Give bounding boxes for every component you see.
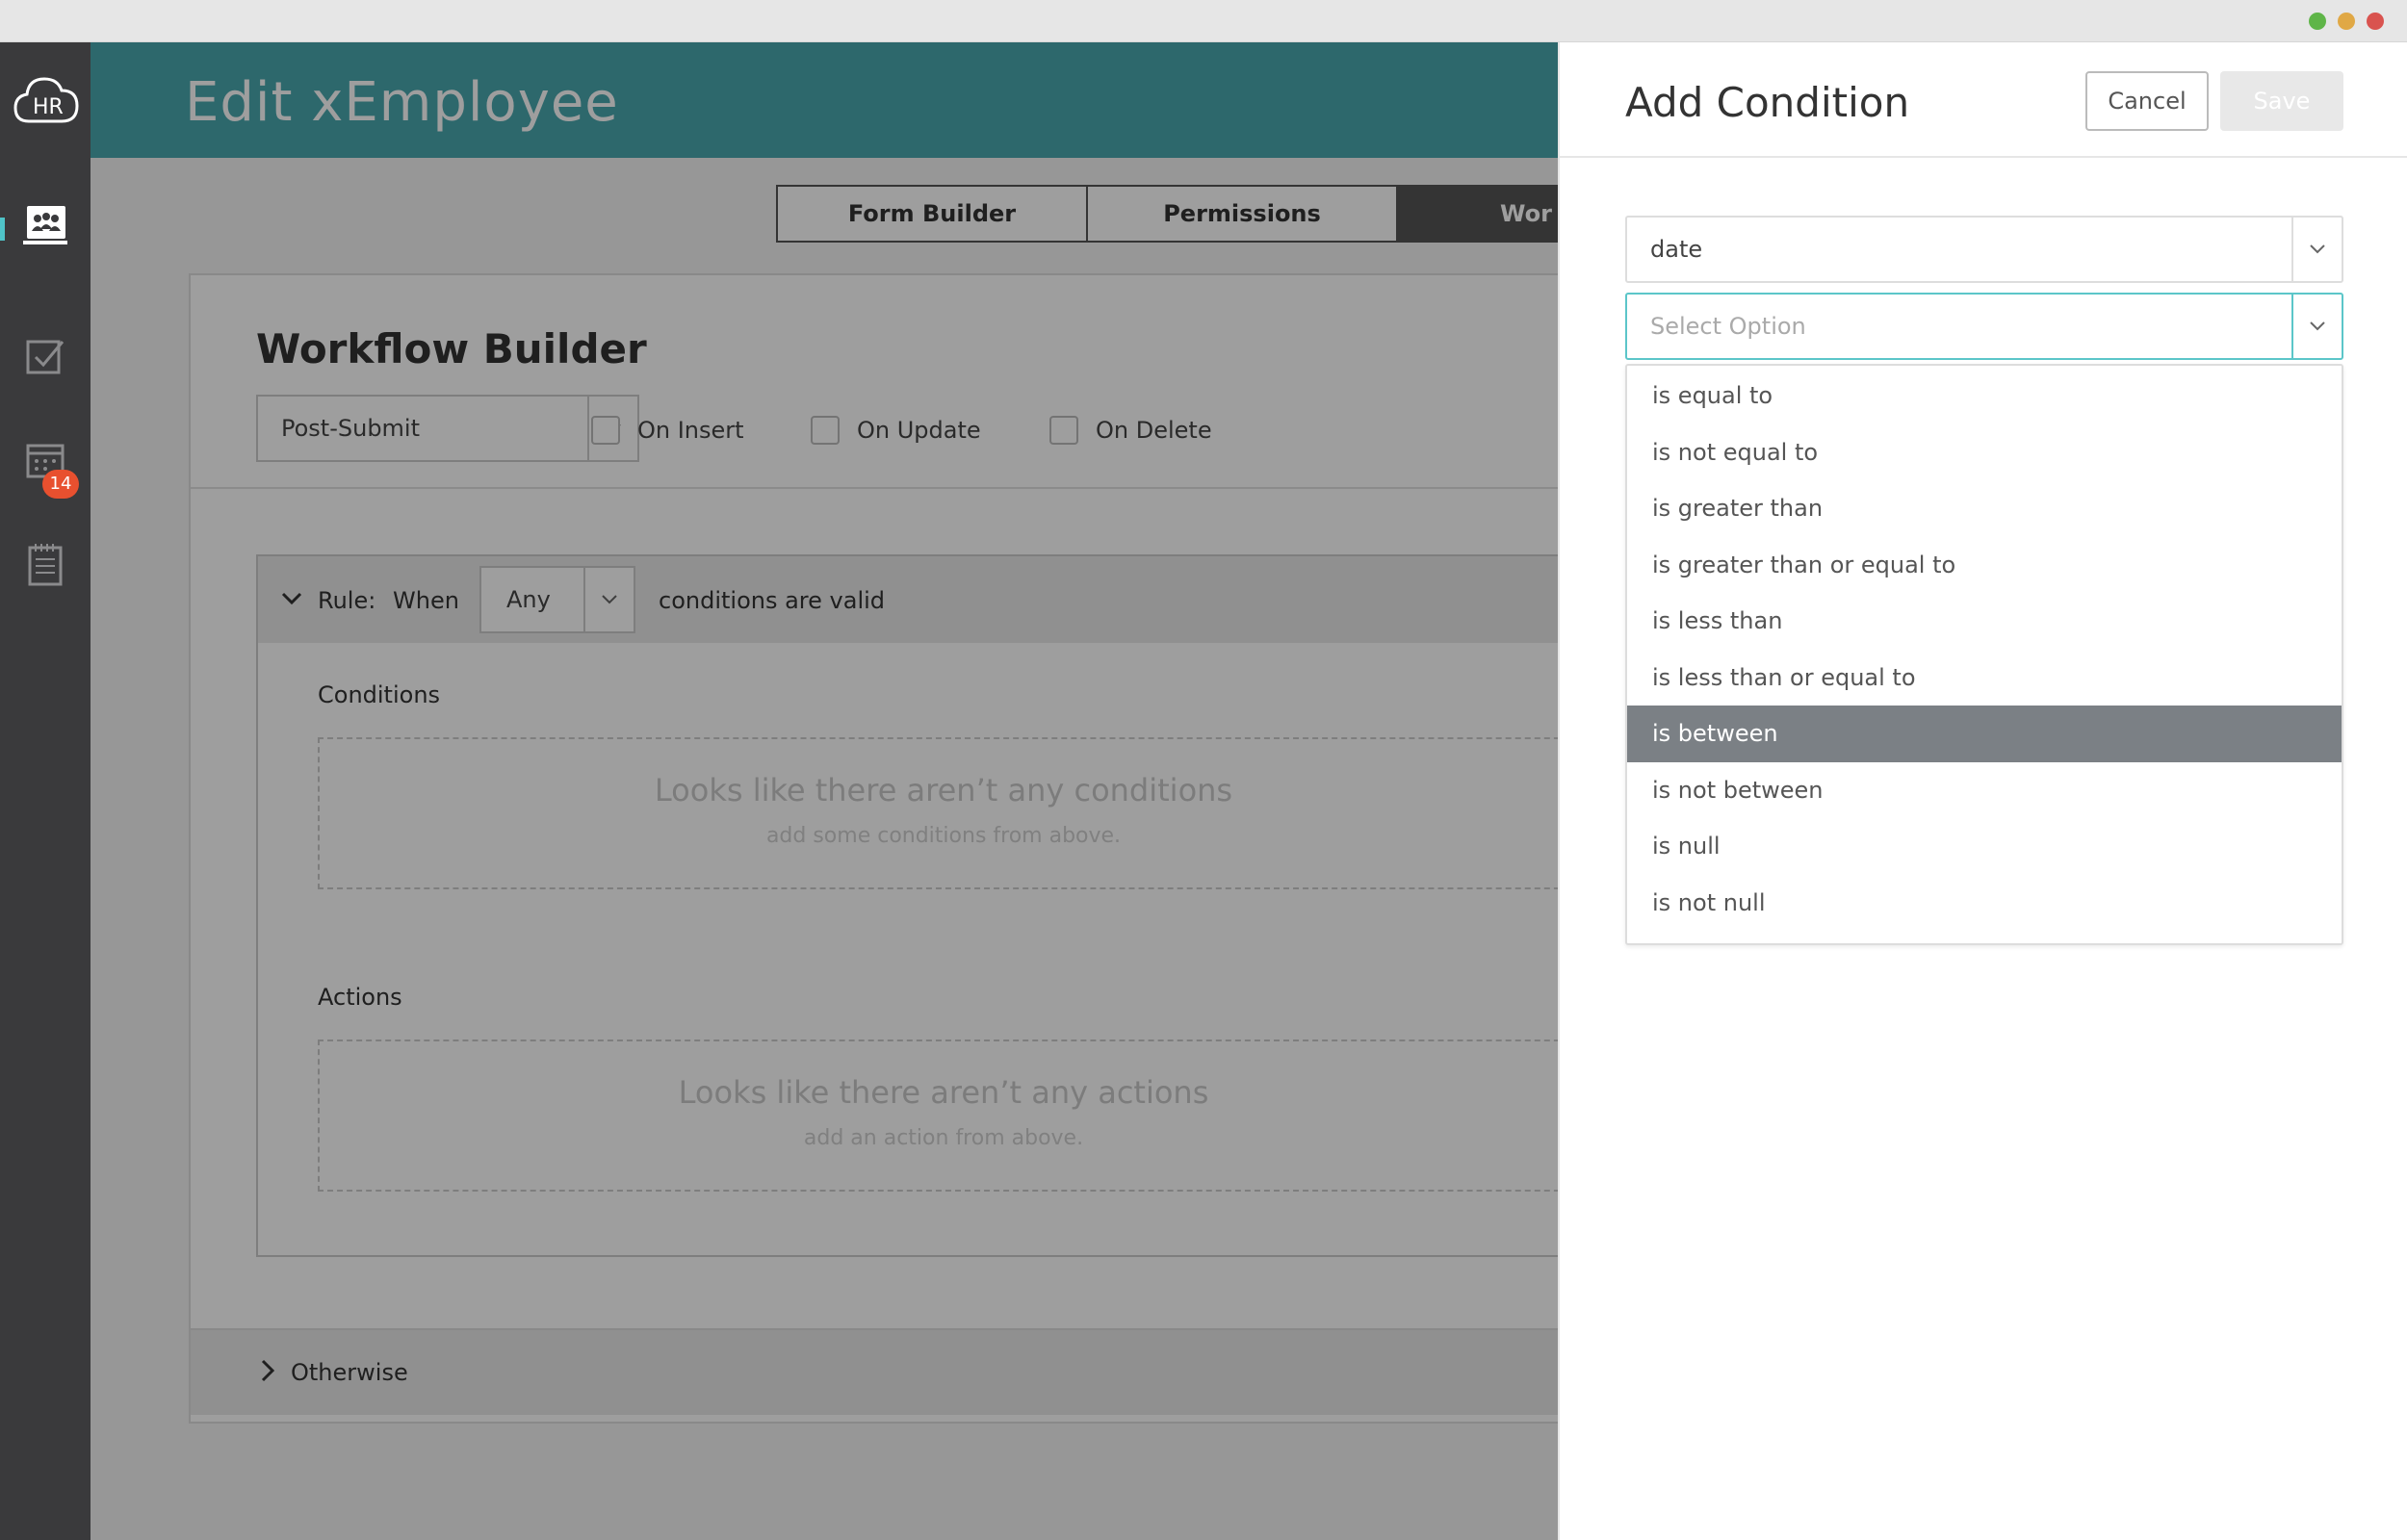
option-is-greater-than-or-equal-to[interactable]: is greater than or equal to bbox=[1627, 537, 2342, 594]
option-is-not-equal-to[interactable]: is not equal to bbox=[1627, 424, 2342, 481]
panel-header: Add Condition Cancel Save bbox=[1560, 42, 2407, 158]
cancel-button[interactable]: Cancel bbox=[2085, 71, 2209, 131]
calendar-notification-badge: 14 bbox=[42, 470, 79, 499]
window-titlebar bbox=[0, 0, 2407, 42]
modal-backdrop[interactable] bbox=[91, 42, 1558, 1540]
checkbox-icon bbox=[24, 336, 66, 382]
option-is-less-than-or-equal-to[interactable]: is less than or equal to bbox=[1627, 650, 2342, 706]
sidebar-item-employees[interactable] bbox=[21, 204, 69, 252]
option-is-between[interactable]: is between bbox=[1627, 706, 2342, 762]
window-close-button[interactable] bbox=[2367, 13, 2384, 30]
sidebar-item-notes[interactable] bbox=[21, 543, 69, 591]
field-select[interactable]: date bbox=[1625, 216, 2343, 283]
chevron-down-icon bbox=[2291, 295, 2342, 358]
sidebar-item-tasks[interactable] bbox=[21, 335, 69, 383]
operator-select-placeholder: Select Option bbox=[1650, 313, 1806, 340]
employees-icon bbox=[21, 202, 69, 254]
svg-text:HR: HR bbox=[33, 95, 64, 119]
panel-title: Add Condition bbox=[1625, 79, 1910, 126]
chevron-down-icon bbox=[2291, 218, 2342, 281]
option-is-equal-to[interactable]: is equal to bbox=[1627, 368, 2342, 424]
option-is-not-null[interactable]: is not null bbox=[1627, 875, 2342, 932]
notepad-icon bbox=[24, 542, 66, 592]
option-is-null[interactable]: is null bbox=[1627, 818, 2342, 875]
save-button[interactable]: Save bbox=[2220, 71, 2343, 131]
hr-cloud-logo-icon[interactable]: HR bbox=[12, 71, 81, 129]
sidebar: HR 14 bbox=[0, 42, 91, 1540]
add-condition-panel: Add Condition Cancel Save date Select Op… bbox=[1558, 42, 2407, 1540]
option-is-less-than[interactable]: is less than bbox=[1627, 593, 2342, 650]
option-is-not-between[interactable]: is not between bbox=[1627, 762, 2342, 819]
field-select-value: date bbox=[1650, 236, 1703, 263]
window-maximize-button[interactable] bbox=[2309, 13, 2326, 30]
window-minimize-button[interactable] bbox=[2338, 13, 2355, 30]
operator-dropdown-menu: is equal to is not equal to is greater t… bbox=[1625, 364, 2343, 945]
operator-select[interactable]: Select Option bbox=[1625, 293, 2343, 360]
sidebar-active-indicator bbox=[0, 218, 5, 241]
option-is-greater-than[interactable]: is greater than bbox=[1627, 480, 2342, 537]
